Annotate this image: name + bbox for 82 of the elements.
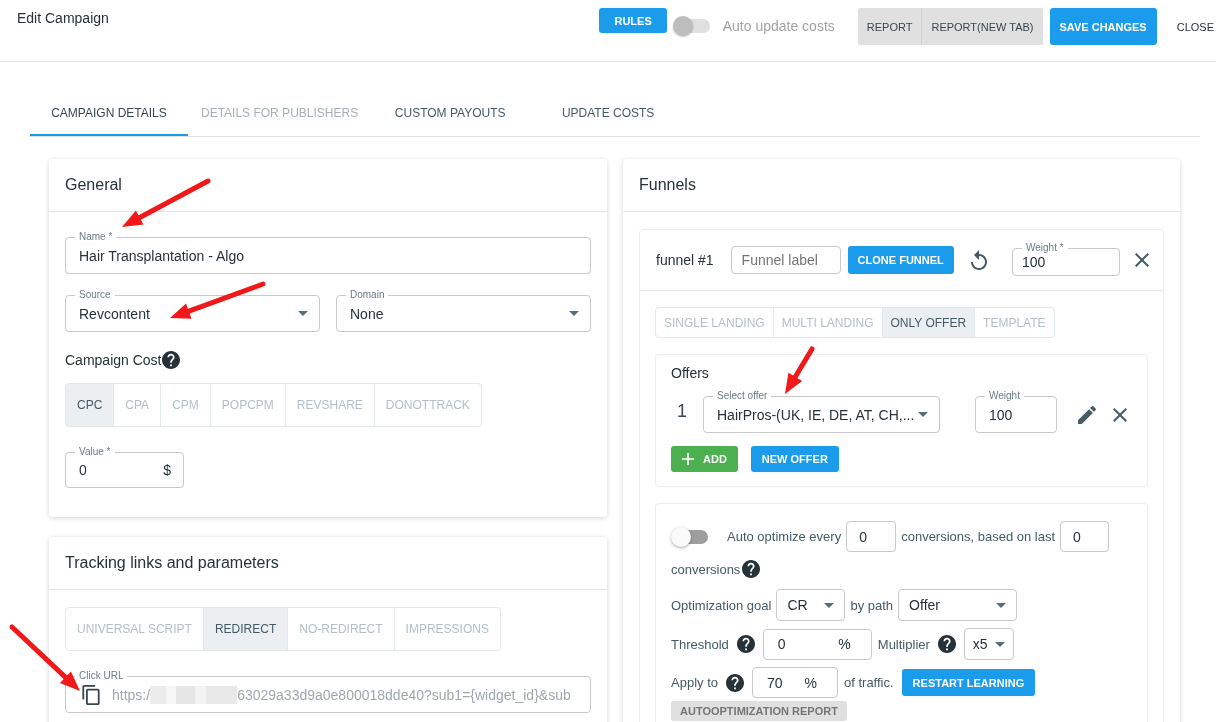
apply-percent-field[interactable]: 70 % <box>752 667 838 698</box>
text-label: conversions, based on last <box>901 529 1056 544</box>
close-icon[interactable] <box>1135 253 1149 267</box>
caret-icon <box>824 602 835 608</box>
field-value: 100 <box>989 406 1013 423</box>
card-title: Tracking links and parameters <box>65 554 279 572</box>
click-url-field[interactable]: Click URL https:/ 63029a33d9a0e800018dde40?sub1={widget_id}&sub <box>65 669 591 713</box>
plus-icon <box>682 453 694 465</box>
field-label: Name * <box>75 231 117 243</box>
weight-field[interactable]: Weight 100 <box>975 389 1057 433</box>
card-title: General <box>65 176 122 194</box>
text-label: Optimization goal <box>671 597 772 613</box>
offer-select[interactable]: Select offer HairPros-(UK, IE, DE, AT, CH,... <box>703 389 940 433</box>
conversions-last-field[interactable]: 0 <box>1060 521 1110 552</box>
source-select[interactable]: Source Revcontent <box>65 288 320 332</box>
funnel-label-field[interactable]: Funnel label <box>730 246 841 274</box>
weight-field[interactable]: Weight * 100 <box>1012 240 1120 276</box>
toggle-label: Auto update costs <box>722 18 835 34</box>
field-value: 70 <box>767 674 783 691</box>
field-label: Source <box>75 289 115 301</box>
help-icon[interactable] <box>937 635 956 653</box>
unit-label: % <box>804 674 817 691</box>
text-label: Threshold <box>671 636 729 652</box>
field-value: 100 <box>1022 253 1046 270</box>
caret-icon <box>994 641 1005 647</box>
path-select[interactable]: Offer <box>898 589 1018 621</box>
field-value: 0 <box>79 462 87 478</box>
help-icon[interactable] <box>736 635 755 653</box>
domain-select[interactable]: Domain None <box>336 288 591 332</box>
tab[interactable]: CAMPAIGN DETAILS <box>30 92 188 136</box>
tab[interactable]: CUSTOM PAYOUTS <box>371 92 530 136</box>
field-value: Revcontent <box>79 305 150 322</box>
text-label: Auto optimize every <box>727 529 842 544</box>
copy-icon[interactable] <box>82 684 100 705</box>
caret-icon <box>298 311 308 316</box>
tracking-mode-button[interactable]: REDIRECT <box>202 607 289 651</box>
caret-icon <box>569 311 579 316</box>
text-label: of traffic. <box>844 675 894 690</box>
text-label: by path <box>850 597 894 613</box>
field-value: https:/ <box>112 686 151 703</box>
section-title: Campaign Cost <box>65 352 162 368</box>
section-title: Offers <box>671 364 710 382</box>
report-button[interactable]: REPORT <box>857 8 922 45</box>
conversions-every-field[interactable]: 0 <box>846 521 897 552</box>
card-title: Funnels <box>639 176 696 194</box>
close-button[interactable]: CLOSE <box>1156 8 1216 45</box>
circular-arrow-icon[interactable] <box>970 250 987 270</box>
close-icon[interactable] <box>1113 407 1127 422</box>
funnel-name: funnel #1 <box>656 252 714 268</box>
field-label: Domain <box>346 289 389 301</box>
field-value: Hair Transplantation - Algo <box>79 247 244 264</box>
report-button[interactable]: REPORT(NEW TAB) <box>921 8 1043 45</box>
goal-select[interactable]: CR <box>776 589 846 621</box>
help-icon[interactable] <box>742 560 761 578</box>
field-value: None <box>350 305 384 322</box>
name-field[interactable]: Name * Hair Transplantation - Algo <box>65 230 591 274</box>
text-label: Apply to <box>671 675 718 690</box>
multiplier-select[interactable]: x5 <box>963 628 1014 660</box>
unit-label: % <box>838 636 851 652</box>
field-label: Select offer <box>713 390 772 402</box>
help-icon[interactable] <box>161 351 180 369</box>
tab[interactable]: UPDATE COSTS <box>529 92 688 136</box>
unit-label: $ <box>163 462 171 478</box>
field-label: Click URL <box>75 670 128 682</box>
field-label: Weight <box>985 390 1024 402</box>
field-value: 63029a33d9a0e800018dde40?sub1={widget_id}&sub <box>237 686 571 703</box>
page-title: Edit Campaign <box>17 10 109 26</box>
field-label: Weight * <box>1022 241 1068 254</box>
help-icon[interactable] <box>726 673 744 692</box>
field-value: HairPros-(UK, IE, DE, AT, CH,... <box>717 406 915 423</box>
cost-type-button[interactable]: CPC <box>65 383 115 427</box>
row-number: 1 <box>676 400 688 422</box>
caret-icon <box>996 602 1007 608</box>
field-label: Value * <box>75 446 115 458</box>
value-field[interactable]: Value * 0 $ <box>65 445 184 488</box>
caret-icon <box>918 412 928 417</box>
text-label: Multiplier <box>877 636 930 652</box>
field-value: 0 <box>777 636 786 652</box>
pencil-icon[interactable] <box>1078 405 1096 424</box>
text-label: conversions <box>671 561 741 577</box>
funnel-type-button[interactable]: ONLY OFFER <box>881 307 976 338</box>
threshold-field[interactable]: 0 % <box>762 628 872 660</box>
